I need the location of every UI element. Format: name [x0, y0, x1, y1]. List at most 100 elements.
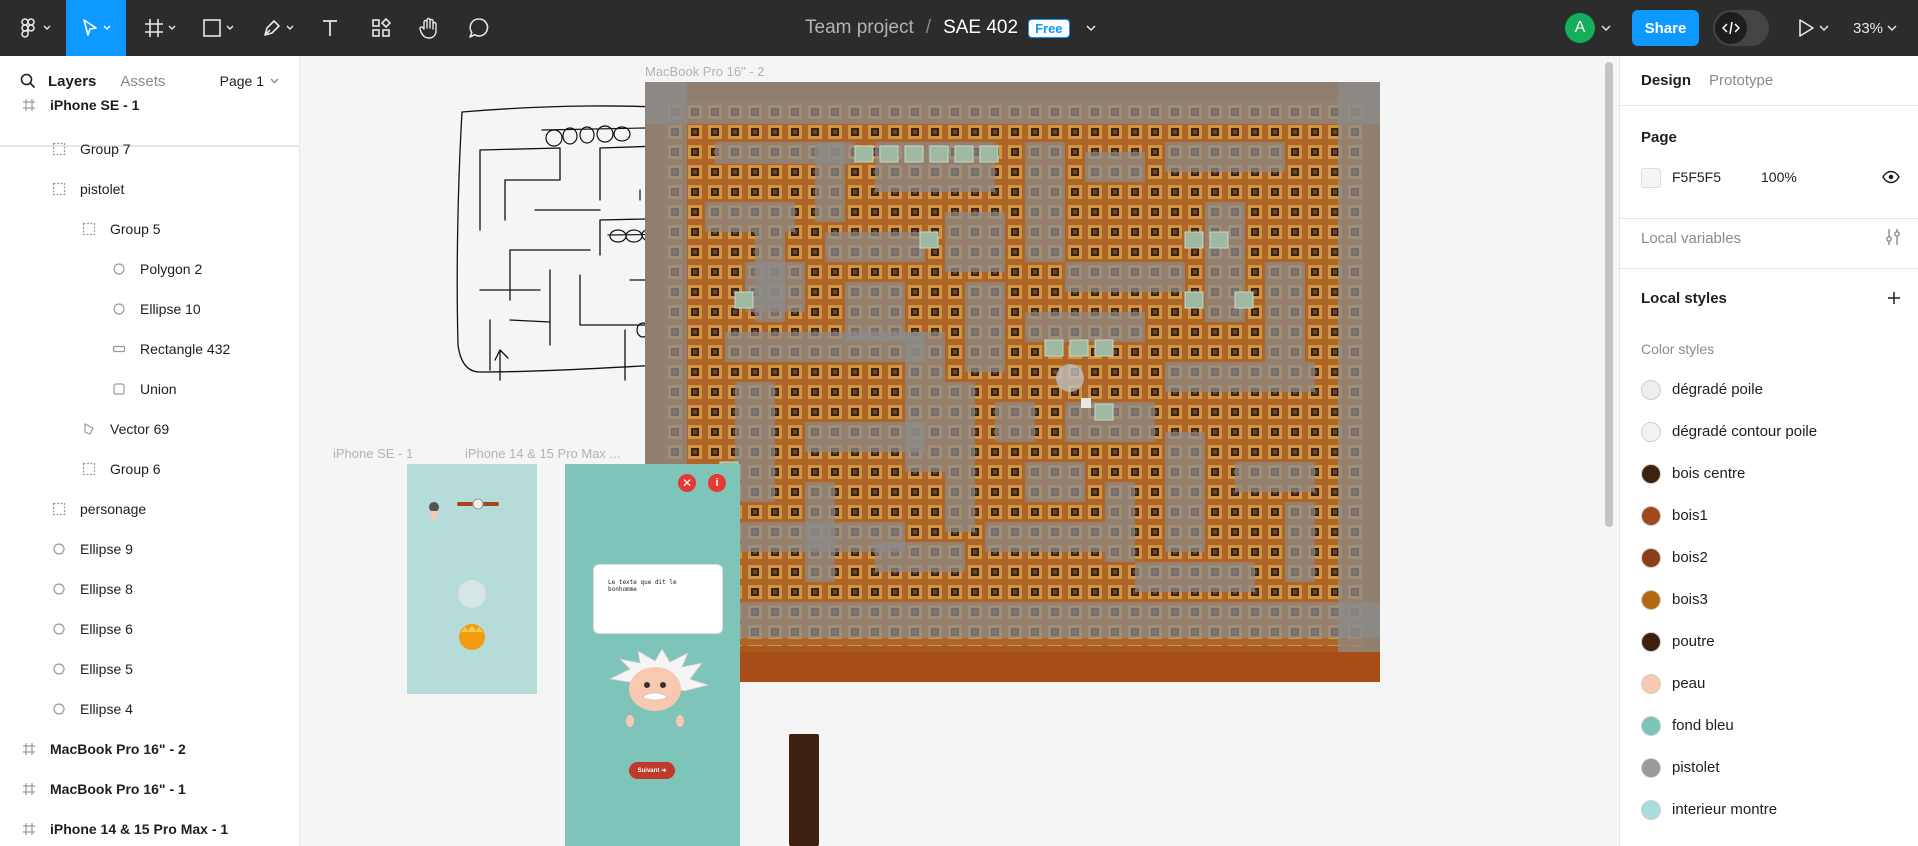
figma-logo-icon — [21, 18, 35, 38]
pen-icon — [264, 20, 280, 36]
color-style-row[interactable]: dégradé poile — [1620, 369, 1918, 411]
resources-tool[interactable] — [364, 0, 398, 56]
page-opacity-value[interactable]: 100% — [1761, 169, 1797, 185]
layer-row[interactable]: iPhone 14 & 15 Pro Max - 1 — [0, 809, 299, 846]
move-tool[interactable] — [66, 0, 126, 56]
chevron-down-icon — [226, 25, 234, 30]
color-style-row[interactable]: bois3 — [1620, 579, 1918, 621]
maze-green-block — [954, 145, 974, 163]
layer-row[interactable]: iPhone SE - 1 — [0, 85, 299, 125]
file-title[interactable]: Team project / SAE 402 Free — [805, 0, 1096, 56]
page-color-value[interactable]: F5F5F5 — [1672, 169, 1721, 185]
file-name[interactable]: SAE 402 — [943, 17, 1018, 39]
layer-row[interactable]: personage — [0, 489, 299, 529]
color-style-row[interactable]: bois1 — [1620, 495, 1918, 537]
maze-green-block — [1069, 339, 1089, 357]
rectangle-icon — [112, 342, 126, 356]
color-style-name: bois3 — [1672, 591, 1708, 608]
layer-row[interactable]: Ellipse 5 — [0, 649, 299, 689]
color-swatch — [1641, 506, 1661, 526]
frame-icon — [22, 822, 36, 836]
frame-label-iphone-14[interactable]: iPhone 14 & 15 Pro Max ... — [465, 446, 620, 461]
page-color-swatch[interactable] — [1641, 168, 1661, 188]
color-style-row[interactable]: poutre — [1620, 621, 1918, 663]
layer-row[interactable]: Polygon 2 — [0, 249, 299, 289]
layer-row[interactable]: Ellipse 8 — [0, 569, 299, 609]
ellipse-icon — [52, 622, 66, 636]
layer-row[interactable]: Vector 69 — [0, 409, 299, 449]
canvas[interactable]: MacBook Pro 16" - 2 iPhone SE - 1 iPhone… — [300, 56, 1619, 846]
iphone-se-frame[interactable] — [407, 464, 537, 694]
tab-prototype[interactable]: Prototype — [1709, 72, 1773, 89]
layer-name: Rectangle 432 — [140, 341, 231, 357]
info-icon[interactable]: i — [708, 474, 726, 492]
color-style-row[interactable]: pistolet — [1620, 747, 1918, 789]
maze-frame[interactable] — [645, 82, 1380, 682]
poutre-rectangle[interactable] — [789, 734, 819, 846]
layer-row[interactable]: MacBook Pro 16" - 1 — [0, 769, 299, 809]
vertical-scrollbar[interactable] — [1605, 62, 1613, 527]
tab-design[interactable]: Design — [1641, 72, 1691, 89]
avatar[interactable]: A — [1565, 13, 1595, 43]
local-variables-label[interactable]: Local variables — [1641, 230, 1741, 247]
layer-name: iPhone SE - 1 — [50, 97, 140, 113]
layer-row[interactable]: MacBook Pro 16" - 2 — [0, 729, 299, 769]
layer-name: personage — [80, 501, 147, 517]
polygon-icon — [112, 262, 126, 276]
layer-name: Ellipse 9 — [80, 541, 133, 557]
color-style-name: dégradé contour poile — [1672, 423, 1818, 440]
next-button[interactable]: Suivant ➔ — [629, 762, 675, 779]
color-style-row[interactable]: fond bleu — [1620, 705, 1918, 747]
page-heading: Page — [1641, 129, 1677, 146]
dev-mode-toggle[interactable] — [1713, 10, 1769, 46]
shape-tool[interactable] — [196, 0, 240, 56]
color-style-row[interactable]: interieur montre — [1620, 789, 1918, 831]
zoom-control[interactable]: 33% — [1853, 0, 1897, 56]
color-style-row[interactable]: bois2 — [1620, 537, 1918, 579]
eye-icon[interactable] — [1882, 170, 1900, 184]
layer-name: Ellipse 8 — [80, 581, 133, 597]
maze-floor-bar — [645, 652, 1380, 682]
design-panel-tabs: Design Prototype — [1620, 56, 1918, 106]
layer-row[interactable]: Group 6 — [0, 449, 299, 489]
layer-row[interactable]: Group 5 — [0, 209, 299, 249]
color-style-row[interactable]: peau — [1620, 663, 1918, 705]
present-button[interactable] — [1796, 16, 1832, 45]
layer-row[interactable]: Ellipse 6 — [0, 609, 299, 649]
frame-tool[interactable] — [138, 0, 182, 56]
comment-tool[interactable] — [462, 0, 496, 56]
color-style-name: dégradé poile — [1672, 381, 1763, 398]
close-icon[interactable]: ✕ — [678, 474, 696, 492]
layer-row[interactable]: pistolet — [0, 169, 299, 209]
chevron-down-icon — [43, 25, 51, 30]
iphone-se-content — [429, 498, 499, 650]
main-menu-button[interactable] — [14, 0, 54, 56]
pen-tool[interactable] — [256, 0, 300, 56]
chevron-down-icon[interactable] — [1601, 18, 1611, 38]
layer-row[interactable]: Rectangle 432 — [0, 329, 299, 369]
play-icon — [1799, 19, 1829, 37]
layer-row[interactable]: Ellipse 9 — [0, 529, 299, 569]
chevron-down-icon — [103, 25, 111, 30]
color-style-row[interactable]: dégradé contour poile — [1620, 411, 1918, 453]
layer-row[interactable]: Union — [0, 369, 299, 409]
layer-row[interactable]: Group 7 — [0, 129, 299, 169]
add-style-icon[interactable] — [1886, 290, 1902, 306]
layer-row[interactable]: Ellipse 4 — [0, 689, 299, 729]
layer-row[interactable]: Ellipse 10 — [0, 289, 299, 329]
plan-badge[interactable]: Free — [1028, 18, 1070, 38]
team-name[interactable]: Team project — [805, 17, 914, 39]
variables-settings-icon[interactable] — [1885, 228, 1901, 246]
frame-label-iphone-se[interactable]: iPhone SE - 1 — [333, 446, 413, 461]
color-swatch — [1641, 674, 1661, 694]
maze-green-block — [1209, 231, 1229, 249]
chevron-down-icon[interactable] — [1086, 24, 1096, 32]
hand-tool[interactable] — [412, 0, 446, 56]
color-style-row[interactable]: bois centre — [1620, 453, 1918, 495]
iphone-14-frame[interactable]: ✕ i Le texte que dit le bonhomme Suivant… — [565, 464, 740, 846]
group-icon — [52, 502, 66, 516]
frame-label-macbook[interactable]: MacBook Pro 16" - 2 — [645, 64, 765, 79]
text-tool[interactable] — [314, 0, 346, 56]
layer-name: MacBook Pro 16" - 1 — [50, 781, 186, 797]
share-button[interactable]: Share — [1632, 10, 1699, 46]
